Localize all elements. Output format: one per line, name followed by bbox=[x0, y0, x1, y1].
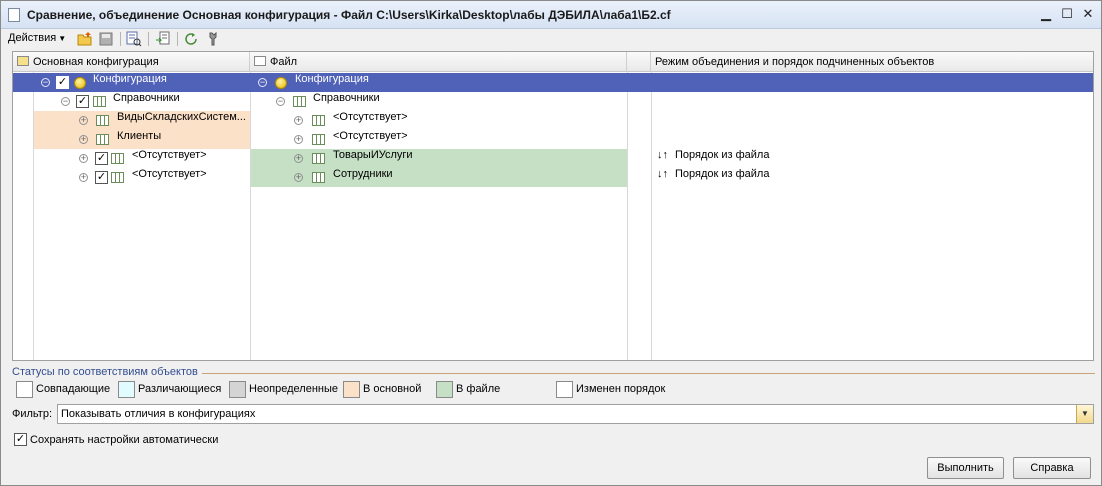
catalog-icon bbox=[111, 172, 124, 183]
status-swatch bbox=[436, 381, 453, 398]
table-row[interactable]: + Клиенты + <Отсутствует> bbox=[13, 130, 1093, 149]
catalog-icon bbox=[312, 115, 325, 126]
column-header-merge-mode[interactable]: Режим объединения и порядок подчиненных … bbox=[651, 52, 1093, 72]
expand-icon[interactable]: + bbox=[294, 154, 303, 163]
main-config-cell: Справочники bbox=[113, 92, 180, 104]
catalog-icon bbox=[312, 134, 325, 145]
help-button[interactable]: Справка bbox=[1013, 457, 1091, 479]
statuses-divider bbox=[202, 373, 1095, 374]
expand-icon[interactable]: + bbox=[294, 135, 303, 144]
settings-icon[interactable] bbox=[206, 31, 222, 47]
configuration-icon bbox=[74, 77, 86, 89]
dropdown-arrow-icon[interactable]: ▼ bbox=[1076, 405, 1093, 423]
file-cell: Конфигурация bbox=[295, 73, 369, 85]
status-swatch bbox=[229, 381, 246, 398]
include-checkbox[interactable]: ✓ bbox=[95, 171, 108, 184]
status-swatch bbox=[16, 381, 33, 398]
table-row[interactable]: − ✓ Справочники − Справочники bbox=[13, 92, 1093, 111]
catalog-icon bbox=[93, 96, 106, 107]
configuration-icon bbox=[275, 77, 287, 89]
table-row[interactable]: + ВидыСкладскихСистем... + <Отсутствует> bbox=[13, 111, 1093, 130]
open-folder-icon[interactable] bbox=[77, 31, 93, 47]
include-checkbox[interactable]: ✓ bbox=[95, 152, 108, 165]
status-swatch bbox=[556, 381, 573, 398]
catalog-icon bbox=[111, 153, 124, 164]
main-config-cell: Клиенты bbox=[117, 130, 162, 142]
toolbar-separator bbox=[148, 32, 149, 46]
include-checkbox[interactable]: ✓ bbox=[76, 95, 89, 108]
actions-menu[interactable]: Действия ▼ bbox=[8, 32, 66, 44]
expand-icon[interactable]: + bbox=[79, 135, 88, 144]
file-config-icon bbox=[254, 56, 266, 66]
main-config-icon bbox=[17, 56, 29, 66]
file-cell: <Отсутствует> bbox=[333, 111, 408, 123]
main-config-cell: <Отсутствует> bbox=[132, 149, 207, 161]
catalog-icon bbox=[312, 153, 325, 164]
autosave-label: Сохранять настройки автоматически bbox=[30, 434, 219, 446]
main-config-cell: Конфигурация bbox=[93, 73, 167, 85]
filter-label: Фильтр: bbox=[12, 408, 53, 420]
actions-label: Действия bbox=[8, 32, 57, 44]
toolbar: Действия ▼ bbox=[2, 29, 1101, 49]
catalog-icon bbox=[96, 134, 109, 145]
close-button[interactable]: ✕ bbox=[1079, 5, 1097, 23]
catalog-icon bbox=[293, 96, 306, 107]
collapse-icon[interactable]: − bbox=[41, 78, 50, 87]
title-bar: Сравнение, объединение Основная конфигур… bbox=[1, 1, 1101, 29]
filter-select[interactable]: Показывать отличия в конфигурациях ▼ bbox=[57, 404, 1094, 424]
document-icon bbox=[8, 8, 20, 22]
catalog-icon bbox=[312, 172, 325, 183]
expand-icon[interactable]: + bbox=[79, 154, 88, 163]
expand-icon[interactable]: + bbox=[79, 116, 88, 125]
file-status-cell bbox=[251, 168, 627, 187]
export-icon[interactable] bbox=[155, 31, 171, 47]
dropdown-arrow-icon: ▼ bbox=[58, 34, 67, 43]
compare-merge-window: Сравнение, объединение Основная конфигур… bbox=[0, 0, 1102, 486]
maximize-button[interactable]: ☐ bbox=[1058, 5, 1076, 23]
save-icon[interactable] bbox=[98, 31, 114, 47]
compare-icon[interactable] bbox=[126, 31, 142, 47]
collapse-icon[interactable]: − bbox=[258, 78, 267, 87]
expand-icon[interactable]: + bbox=[294, 116, 303, 125]
table-row[interactable]: − ✓ Конфигурация − Конфигурация bbox=[13, 73, 1093, 92]
comparison-tree-grid[interactable]: Основная конфигурация Файл Режим объедин… bbox=[12, 51, 1094, 361]
table-row[interactable]: + ✓ <Отсутствует> + Сотрудники ↓↑ Порядо… bbox=[13, 168, 1093, 187]
collapse-icon[interactable]: − bbox=[61, 97, 70, 106]
toolbar-separator bbox=[120, 32, 121, 46]
collapse-icon[interactable]: − bbox=[276, 97, 285, 106]
column-header-main-config[interactable]: Основная конфигурация bbox=[13, 52, 250, 72]
statuses-title: Статусы по соответствиям объектов bbox=[12, 366, 198, 378]
sort-order-icon: ↓↑ bbox=[657, 168, 668, 180]
include-checkbox[interactable]: ✓ bbox=[56, 76, 69, 89]
file-cell: Сотрудники bbox=[333, 168, 393, 180]
status-swatch bbox=[343, 381, 360, 398]
status-swatch bbox=[118, 381, 135, 398]
toolbar-separator bbox=[177, 32, 178, 46]
expand-icon[interactable]: + bbox=[79, 173, 88, 182]
file-cell: Справочники bbox=[313, 92, 380, 104]
expand-icon[interactable]: + bbox=[294, 173, 303, 182]
merge-mode-cell: Порядок из файла bbox=[675, 168, 770, 180]
merge-mode-cell: Порядок из файла bbox=[675, 149, 770, 161]
catalog-icon bbox=[96, 115, 109, 126]
sort-order-icon: ↓↑ bbox=[657, 149, 668, 161]
minimize-button[interactable]: ▁ bbox=[1037, 5, 1055, 23]
main-config-cell: <Отсутствует> bbox=[132, 168, 207, 180]
table-row[interactable]: + ✓ <Отсутствует> + ТоварыИУслуги ↓↑ Пор… bbox=[13, 149, 1093, 168]
column-header-empty[interactable] bbox=[627, 52, 651, 72]
filter-value: Показывать отличия в конфигурациях bbox=[61, 408, 256, 420]
file-cell: <Отсутствует> bbox=[333, 130, 408, 142]
autosave-checkbox[interactable]: ✓ bbox=[14, 433, 27, 446]
execute-button[interactable]: Выполнить bbox=[927, 457, 1004, 479]
file-cell: ТоварыИУслуги bbox=[333, 149, 413, 161]
file-status-cell bbox=[251, 149, 627, 168]
column-header-file[interactable]: Файл bbox=[250, 52, 627, 72]
window-title: Сравнение, объединение Основная конфигур… bbox=[27, 8, 671, 22]
refresh-icon[interactable] bbox=[183, 31, 199, 47]
main-config-cell: ВидыСкладскихСистем... bbox=[117, 111, 246, 123]
